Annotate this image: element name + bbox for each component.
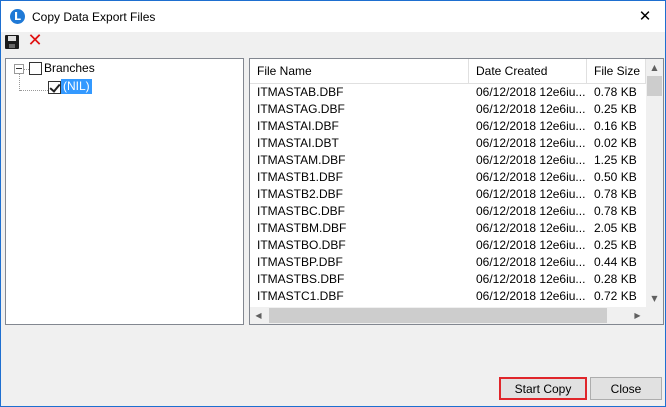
file-size-cell: 2.05 KB [594,221,637,235]
file-list-header: File Name Date Created File Size [250,59,646,84]
table-row[interactable]: ITMASTBP.DBF 06/12/2018 12e6iu... 0.44 KB [250,254,646,271]
delete-x-icon[interactable]: ✕ [26,31,44,51]
vertical-scroll-thumb[interactable] [647,76,662,96]
floppy-label [8,36,16,41]
table-row[interactable]: ITMASTC1.DBF 06/12/2018 12e6iu... 0.72 KB [250,288,646,305]
collapse-toggle-icon[interactable] [14,64,24,74]
table-row[interactable]: ITMASTAM.DBF 06/12/2018 12e6iu... 1.25 KB [250,152,646,169]
scroll-left-icon[interactable]: ◀ [250,307,267,324]
checkmark-icon [49,81,61,93]
file-size-cell: 0.02 KB [594,136,637,150]
file-size-cell: 0.25 KB [594,238,637,252]
file-size-cell: 0.78 KB [594,187,637,201]
table-row[interactable]: ITMASTAI.DBT 06/12/2018 12e6iu... 0.02 KB [250,135,646,152]
app-logo-icon: L [10,9,25,24]
column-header-date-created[interactable]: Date Created [469,59,587,83]
date-created-cell: 06/12/2018 12e6iu... [476,255,586,269]
file-name-cell: ITMASTB1.DBF [257,170,344,184]
branch-tree[interactable]: Branches (NIL) [5,58,244,325]
table-row[interactable]: ITMASTBM.DBF 06/12/2018 12e6iu... 2.05 KB [250,220,646,237]
copy-data-export-files-window: L Copy Data Export Files ✕ ✕ Branches (N… [0,0,666,407]
date-created-cell: 06/12/2018 12e6iu... [476,153,586,167]
tree-node-nil[interactable]: (NIL) [61,79,92,94]
file-list: File Name Date Created File Size ITMASTA… [249,58,664,325]
floppy-shutter [9,44,15,48]
column-header-file-name[interactable]: File Name [250,59,469,83]
file-list-rows: ITMASTAB.DBF 06/12/2018 12e6iu... 0.78 KB I… [250,84,646,305]
table-row[interactable]: ITMASTB2.DBF 06/12/2018 12e6iu... 0.78 KB [250,186,646,203]
file-name-cell: ITMASTBO.DBF [257,238,346,252]
horizontal-scrollbar[interactable]: ◀ ▶ [250,307,646,324]
file-size-cell: 0.44 KB [594,255,637,269]
table-row[interactable]: ITMASTAI.DBF 06/12/2018 12e6iu... 0.16 KB [250,118,646,135]
date-created-cell: 06/12/2018 12e6iu... [476,238,586,252]
date-created-cell: 06/12/2018 12e6iu... [476,119,586,133]
file-size-cell: 0.50 KB [594,170,637,184]
start-copy-button[interactable]: Start Copy [499,377,587,400]
table-row[interactable]: ITMASTAG.DBF 06/12/2018 12e6iu... 0.25 KB [250,101,646,118]
scroll-up-icon[interactable]: ▲ [646,59,663,76]
horizontal-scroll-thumb[interactable] [269,308,607,323]
file-size-cell: 0.28 KB [594,272,637,286]
table-row[interactable]: ITMASTB1.DBF 06/12/2018 12e6iu... 0.50 KB [250,169,646,186]
date-created-cell: 06/12/2018 12e6iu... [476,221,586,235]
floppy-disk-icon[interactable] [5,35,19,49]
date-created-cell: 06/12/2018 12e6iu... [476,102,586,116]
file-size-cell: 1.25 KB [594,153,637,167]
vertical-scrollbar[interactable]: ▲ ▼ [646,59,663,307]
title-bar: L Copy Data Export Files ✕ [1,1,665,32]
table-row[interactable]: ITMASTBO.DBF 06/12/2018 12e6iu... 0.25 KB [250,237,646,254]
table-row[interactable]: ITMASTBS.DBF 06/12/2018 12e6iu... 0.28 KB [250,271,646,288]
table-row[interactable]: ITMASTAB.DBF 06/12/2018 12e6iu... 0.78 KB [250,84,646,101]
file-name-cell: ITMASTAB.DBF [257,85,344,99]
close-window-icon[interactable]: ✕ [625,1,665,32]
file-name-cell: ITMASTBP.DBF [257,255,343,269]
scrollbar-corner [646,307,663,324]
date-created-cell: 06/12/2018 12e6iu... [476,289,586,303]
date-created-cell: 06/12/2018 12e6iu... [476,136,586,150]
nil-checkbox[interactable] [48,81,61,94]
date-created-cell: 06/12/2018 12e6iu... [476,272,586,286]
window-title: Copy Data Export Files [32,10,156,24]
table-row[interactable]: ITMASTBC.DBF 06/12/2018 12e6iu... 0.78 KB [250,203,646,220]
file-size-cell: 0.25 KB [594,102,637,116]
scroll-down-icon[interactable]: ▼ [646,290,663,307]
file-name-cell: ITMASTAM.DBF [257,153,346,167]
file-name-cell: ITMASTB2.DBF [257,187,344,201]
scroll-right-icon[interactable]: ▶ [629,307,646,324]
file-name-cell: ITMASTBC.DBF [257,204,346,218]
file-name-cell: ITMASTC1.DBF [257,289,344,303]
toolbar [1,32,665,54]
file-size-cell: 0.16 KB [594,119,637,133]
file-name-cell: ITMASTBS.DBF [257,272,345,286]
date-created-cell: 06/12/2018 12e6iu... [476,204,586,218]
file-size-cell: 0.78 KB [594,204,637,218]
tree-connector [19,74,20,91]
file-name-cell: ITMASTBM.DBF [257,221,347,235]
file-name-cell: ITMASTAG.DBF [257,102,345,116]
tree-node-branches[interactable]: Branches [44,61,95,75]
file-name-cell: ITMASTAI.DBT [257,136,339,150]
branches-checkbox[interactable] [29,62,42,75]
date-created-cell: 06/12/2018 12e6iu... [476,85,586,99]
date-created-cell: 06/12/2018 12e6iu... [476,170,586,184]
file-name-cell: ITMASTAI.DBF [257,119,339,133]
file-size-cell: 0.72 KB [594,289,637,303]
file-size-cell: 0.78 KB [594,85,637,99]
close-button[interactable]: Close [590,377,662,400]
date-created-cell: 06/12/2018 12e6iu... [476,187,586,201]
column-header-file-size[interactable]: File Size [587,59,646,83]
tree-connector [20,90,48,91]
